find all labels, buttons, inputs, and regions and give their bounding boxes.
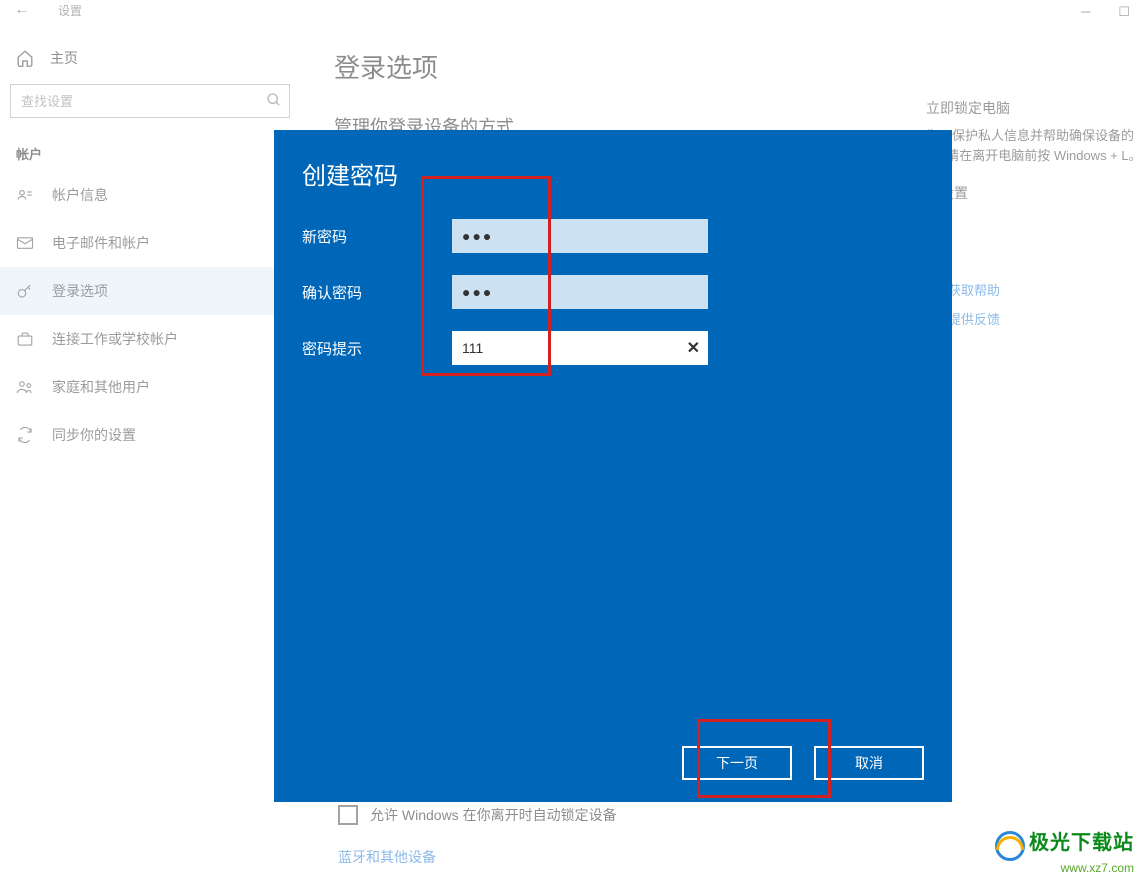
password-hint-input[interactable] (452, 331, 708, 365)
cancel-button[interactable]: 取消 (814, 746, 924, 780)
watermark-line2: www.xz7.com (995, 861, 1134, 875)
clear-icon[interactable]: ✕ (687, 338, 700, 358)
modal-footer: 下一页 取消 (302, 746, 924, 780)
row-password-hint: 密码提示 ✕ (302, 331, 924, 365)
new-password-input[interactable] (452, 219, 708, 253)
watermark-line1: 极光下载站 (1029, 832, 1134, 854)
watermark: 极光下载站 www.xz7.com (995, 826, 1134, 875)
watermark-logo-icon (995, 831, 1025, 861)
new-password-label: 新密码 (302, 226, 452, 247)
create-password-modal: 创建密码 新密码 确认密码 密码提示 ✕ 下一页 取消 (274, 130, 952, 802)
confirm-password-input[interactable] (452, 275, 708, 309)
modal-title: 创建密码 (302, 156, 924, 191)
row-new-password: 新密码 (302, 219, 924, 253)
confirm-password-label: 确认密码 (302, 282, 452, 303)
password-hint-label: 密码提示 (302, 338, 452, 359)
row-confirm-password: 确认密码 (302, 275, 924, 309)
next-button[interactable]: 下一页 (682, 746, 792, 780)
